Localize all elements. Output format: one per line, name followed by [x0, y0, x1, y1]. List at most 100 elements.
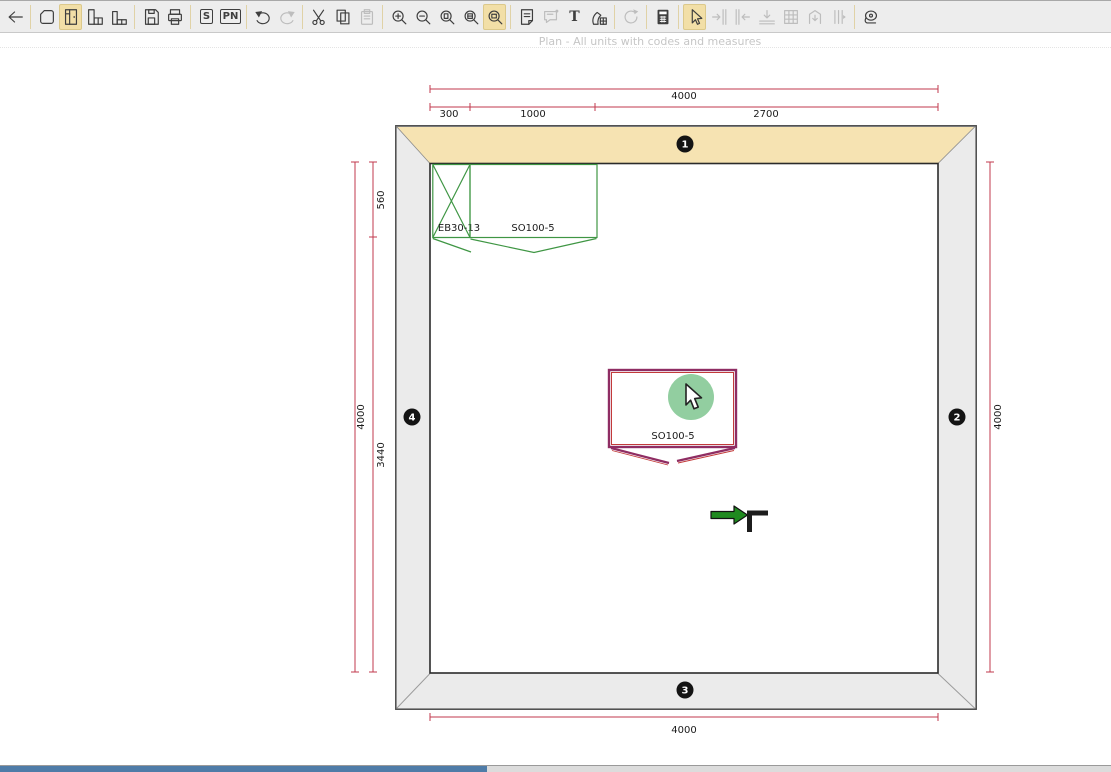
back-button[interactable]: [3, 4, 26, 30]
tape-measure-button[interactable]: [859, 4, 882, 30]
toolbar-separator: [190, 5, 191, 29]
unit-label: EB30-13: [438, 223, 480, 234]
grid-icon: [781, 7, 801, 27]
zoom-window-icon: [485, 7, 505, 27]
toolbar-separator: [614, 5, 615, 29]
pointer-cursor-icon: [685, 7, 705, 27]
view-title: Plan - All units with codes and measures: [539, 35, 762, 48]
save-icon: [141, 7, 161, 27]
undo-icon: [253, 7, 273, 27]
dimension-value: 4000: [671, 91, 696, 102]
view-title-bar: Plan - All units with codes and measures: [0, 34, 1111, 48]
copy-button[interactable]: [331, 4, 354, 30]
settings-pn-button[interactable]: PN: [219, 4, 242, 30]
elevation-view-icon: [61, 7, 81, 27]
materials-button[interactable]: [587, 4, 610, 30]
zoom-all-button[interactable]: [459, 4, 482, 30]
move-wall-left-button[interactable]: [707, 4, 730, 30]
color-swatches-icon: [589, 7, 609, 27]
view-base-button[interactable]: [107, 4, 130, 30]
paste-button[interactable]: [355, 4, 378, 30]
view-elevation-button[interactable]: [59, 4, 82, 30]
dimension-value: 2700: [753, 109, 778, 120]
move-wall-up-icon: [757, 7, 777, 27]
paste-icon: [357, 7, 377, 27]
calculator-icon: [653, 7, 673, 27]
dimension-value: 3440: [376, 442, 387, 467]
move-wall-left-icon: [709, 7, 729, 27]
svg-text:2: 2: [954, 413, 961, 424]
copy-icon: [333, 7, 353, 27]
wall-view-icon: [805, 7, 825, 27]
calculator-button[interactable]: [651, 4, 674, 30]
dimension-line-left-segments: [369, 162, 377, 672]
pointer-button[interactable]: [683, 4, 706, 30]
corner-view-icon: [85, 7, 105, 27]
rotate-button[interactable]: [619, 4, 642, 30]
dimension-value: 1000: [520, 109, 545, 120]
print-icon: [165, 7, 185, 27]
rotate-icon: [621, 7, 641, 27]
toolbar: S PN: [0, 0, 1111, 33]
unit-label: SO100-5: [651, 431, 694, 442]
grid-button[interactable]: [779, 4, 802, 30]
tape-measure-icon: [861, 7, 881, 27]
zoom-page-icon: [437, 7, 457, 27]
redo-button[interactable]: [275, 4, 298, 30]
application-window: S PN: [0, 0, 1111, 772]
redo-icon: [277, 7, 297, 27]
zoom-in-button[interactable]: [387, 4, 410, 30]
toolbar-separator: [510, 5, 511, 29]
wall-spacing-icon: [829, 7, 849, 27]
zoom-out-button[interactable]: [411, 4, 434, 30]
toolbar-separator: [646, 5, 647, 29]
undo-button[interactable]: [251, 4, 274, 30]
drawing-canvas[interactable]: 4000 300 1000 2700 4000 560 3440 4000 40…: [0, 48, 1111, 765]
text-button[interactable]: T: [563, 4, 586, 30]
status-bar: [0, 765, 1111, 772]
wall-badge-4[interactable]: 4: [404, 409, 421, 426]
status-progress: [0, 766, 487, 772]
zoom-in-icon: [389, 7, 409, 27]
dimension-value: 4000: [671, 725, 696, 736]
text-icon: T: [569, 9, 579, 25]
zoom-all-icon: [461, 7, 481, 27]
plan-view-icon: [37, 7, 57, 27]
dimension-line-bottom-total: [430, 713, 938, 721]
comment-button[interactable]: [539, 4, 562, 30]
wall-spacing-button[interactable]: [827, 4, 850, 30]
comment-icon: [541, 7, 561, 27]
toolbar-separator: [678, 5, 679, 29]
back-arrow-icon: [5, 7, 25, 27]
move-wall-up-button[interactable]: [755, 4, 778, 30]
dimension-value: 560: [376, 190, 387, 209]
print-button[interactable]: [163, 4, 186, 30]
wall-badge-3[interactable]: 3: [677, 682, 694, 699]
note-button[interactable]: [515, 4, 538, 30]
cut-button[interactable]: [307, 4, 330, 30]
zoom-page-button[interactable]: [435, 4, 458, 30]
wall-view-button[interactable]: [803, 4, 826, 30]
view-corner-button[interactable]: [83, 4, 106, 30]
save-button[interactable]: [139, 4, 162, 30]
toolbar-separator: [30, 5, 31, 29]
base-view-icon: [109, 7, 129, 27]
move-wall-right-icon: [733, 7, 753, 27]
settings-s-button[interactable]: S: [195, 4, 218, 30]
toolbar-separator: [302, 5, 303, 29]
dimension-line-top-segments: [430, 103, 938, 111]
wall-badge-1[interactable]: 1: [677, 136, 694, 153]
wall-badge-2[interactable]: 2: [949, 409, 966, 426]
toolbar-separator: [134, 5, 135, 29]
svg-text:4: 4: [409, 413, 416, 424]
view-plan-button[interactable]: [35, 4, 58, 30]
pn-icon: PN: [220, 9, 242, 24]
dimension-value: 300: [439, 109, 458, 120]
unit-label: SO100-5: [511, 223, 554, 234]
move-wall-right-button[interactable]: [731, 4, 754, 30]
floor-plan: 4000 300 1000 2700 4000 560 3440 4000 40…: [0, 48, 1111, 765]
scissors-icon: [309, 7, 329, 27]
dimension-value: 4000: [356, 404, 367, 429]
zoom-out-icon: [413, 7, 433, 27]
zoom-window-button[interactable]: [483, 4, 506, 30]
